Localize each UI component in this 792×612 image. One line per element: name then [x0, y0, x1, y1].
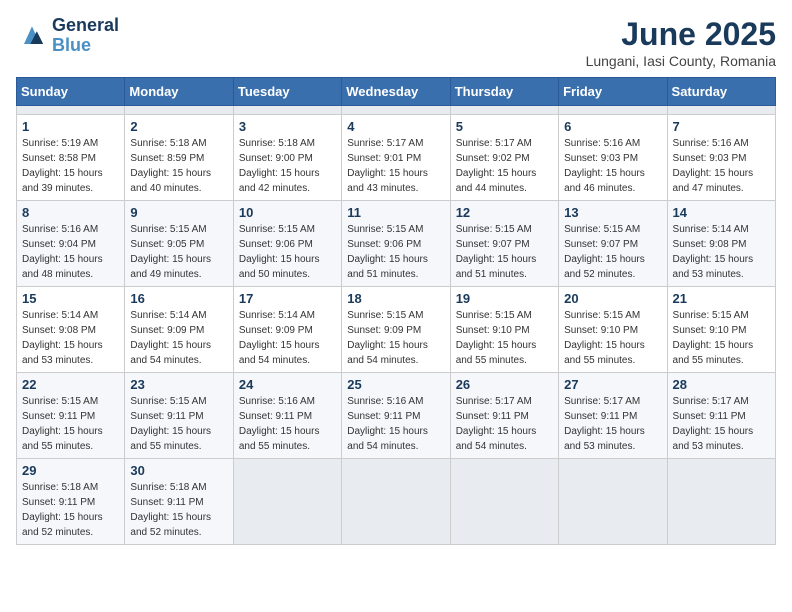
logo: GeneralBlue [16, 16, 119, 56]
empty-cell [450, 106, 558, 115]
logo-text: GeneralBlue [52, 16, 119, 56]
list-item: 27 Sunrise: 5:17 AMSunset: 9:11 PMDaylig… [559, 373, 667, 459]
calendar-table: Sunday Monday Tuesday Wednesday Thursday… [16, 77, 776, 545]
empty-cell [667, 459, 775, 545]
header-sunday: Sunday [17, 78, 125, 106]
list-item: 22 Sunrise: 5:15 AMSunset: 9:11 PMDaylig… [17, 373, 125, 459]
calendar-title: June 2025 [586, 16, 776, 53]
header-row: Sunday Monday Tuesday Wednesday Thursday… [17, 78, 776, 106]
empty-cell [559, 106, 667, 115]
table-row [17, 106, 776, 115]
title-area: June 2025 Lungani, Iasi County, Romania [586, 16, 776, 69]
list-item: 9 Sunrise: 5:15 AMSunset: 9:05 PMDayligh… [125, 201, 233, 287]
empty-cell [342, 106, 450, 115]
logo-icon [16, 20, 48, 52]
list-item: 21 Sunrise: 5:15 AMSunset: 9:10 PMDaylig… [667, 287, 775, 373]
header-friday: Friday [559, 78, 667, 106]
list-item: 14 Sunrise: 5:14 AMSunset: 9:08 PMDaylig… [667, 201, 775, 287]
list-item: 29 Sunrise: 5:18 AMSunset: 9:11 PMDaylig… [17, 459, 125, 545]
list-item: 19 Sunrise: 5:15 AMSunset: 9:10 PMDaylig… [450, 287, 558, 373]
list-item: 17 Sunrise: 5:14 AMSunset: 9:09 PMDaylig… [233, 287, 341, 373]
list-item: 24 Sunrise: 5:16 AMSunset: 9:11 PMDaylig… [233, 373, 341, 459]
table-row: 1 Sunrise: 5:19 AMSunset: 8:58 PMDayligh… [17, 115, 776, 201]
list-item: 18 Sunrise: 5:15 AMSunset: 9:09 PMDaylig… [342, 287, 450, 373]
empty-cell [233, 459, 341, 545]
empty-cell [667, 106, 775, 115]
list-item: 30 Sunrise: 5:18 AMSunset: 9:11 PMDaylig… [125, 459, 233, 545]
table-row: 29 Sunrise: 5:18 AMSunset: 9:11 PMDaylig… [17, 459, 776, 545]
header-thursday: Thursday [450, 78, 558, 106]
header-tuesday: Tuesday [233, 78, 341, 106]
list-item: 13 Sunrise: 5:15 AMSunset: 9:07 PMDaylig… [559, 201, 667, 287]
header-monday: Monday [125, 78, 233, 106]
list-item: 1 Sunrise: 5:19 AMSunset: 8:58 PMDayligh… [17, 115, 125, 201]
list-item: 16 Sunrise: 5:14 AMSunset: 9:09 PMDaylig… [125, 287, 233, 373]
table-row: 8 Sunrise: 5:16 AMSunset: 9:04 PMDayligh… [17, 201, 776, 287]
empty-cell [559, 459, 667, 545]
list-item: 15 Sunrise: 5:14 AMSunset: 9:08 PMDaylig… [17, 287, 125, 373]
list-item: 23 Sunrise: 5:15 AMSunset: 9:11 PMDaylig… [125, 373, 233, 459]
list-item: 20 Sunrise: 5:15 AMSunset: 9:10 PMDaylig… [559, 287, 667, 373]
calendar-subtitle: Lungani, Iasi County, Romania [586, 53, 776, 69]
empty-cell [342, 459, 450, 545]
list-item: 8 Sunrise: 5:16 AMSunset: 9:04 PMDayligh… [17, 201, 125, 287]
list-item: 6 Sunrise: 5:16 AMSunset: 9:03 PMDayligh… [559, 115, 667, 201]
list-item: 26 Sunrise: 5:17 AMSunset: 9:11 PMDaylig… [450, 373, 558, 459]
list-item: 10 Sunrise: 5:15 AMSunset: 9:06 PMDaylig… [233, 201, 341, 287]
empty-cell [17, 106, 125, 115]
header: GeneralBlue June 2025 Lungani, Iasi Coun… [16, 16, 776, 69]
list-item: 11 Sunrise: 5:15 AMSunset: 9:06 PMDaylig… [342, 201, 450, 287]
list-item: 2 Sunrise: 5:18 AMSunset: 8:59 PMDayligh… [125, 115, 233, 201]
list-item: 4 Sunrise: 5:17 AMSunset: 9:01 PMDayligh… [342, 115, 450, 201]
list-item: 7 Sunrise: 5:16 AMSunset: 9:03 PMDayligh… [667, 115, 775, 201]
empty-cell [125, 106, 233, 115]
calendar-body: 1 Sunrise: 5:19 AMSunset: 8:58 PMDayligh… [17, 106, 776, 545]
list-item: 12 Sunrise: 5:15 AMSunset: 9:07 PMDaylig… [450, 201, 558, 287]
header-saturday: Saturday [667, 78, 775, 106]
list-item: 25 Sunrise: 5:16 AMSunset: 9:11 PMDaylig… [342, 373, 450, 459]
empty-cell [450, 459, 558, 545]
table-row: 15 Sunrise: 5:14 AMSunset: 9:08 PMDaylig… [17, 287, 776, 373]
list-item: 28 Sunrise: 5:17 AMSunset: 9:11 PMDaylig… [667, 373, 775, 459]
list-item: 5 Sunrise: 5:17 AMSunset: 9:02 PMDayligh… [450, 115, 558, 201]
table-row: 22 Sunrise: 5:15 AMSunset: 9:11 PMDaylig… [17, 373, 776, 459]
header-wednesday: Wednesday [342, 78, 450, 106]
list-item: 3 Sunrise: 5:18 AMSunset: 9:00 PMDayligh… [233, 115, 341, 201]
empty-cell [233, 106, 341, 115]
calendar-header: Sunday Monday Tuesday Wednesday Thursday… [17, 78, 776, 106]
